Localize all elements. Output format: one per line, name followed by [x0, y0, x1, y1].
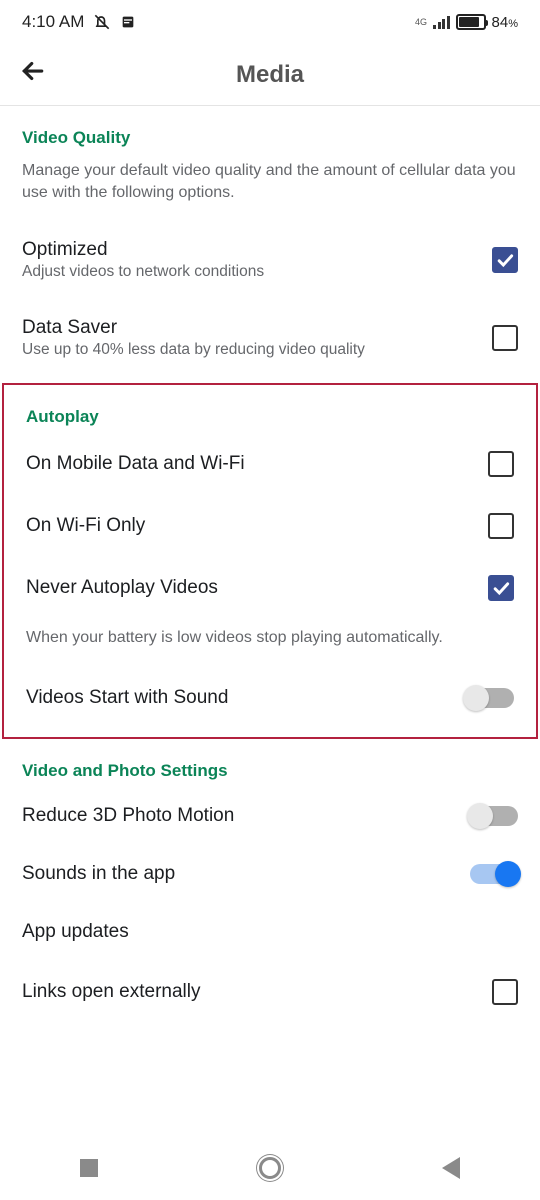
row-videos-sound[interactable]: Videos Start with Sound	[4, 669, 536, 727]
battery-percent: 84%	[492, 14, 518, 31]
status-bar: 4:10 AM 4G 84%	[0, 0, 540, 44]
signal-bars-icon	[433, 15, 450, 29]
row-optimized[interactable]: Optimized Adjust videos to network condi…	[0, 221, 540, 299]
app-header: Media	[0, 44, 540, 106]
section-video-quality-desc: Manage your default video quality and th…	[0, 154, 540, 221]
section-video-quality-title: Video Quality	[0, 106, 540, 154]
autoplay-highlight: Autoplay On Mobile Data and Wi-Fi On Wi-…	[2, 383, 538, 739]
row-data-saver[interactable]: Data Saver Use up to 40% less data by re…	[0, 299, 540, 377]
back-arrow-icon[interactable]	[18, 56, 48, 94]
row-title: On Wi-Fi Only	[26, 515, 472, 537]
checkbox-links-external[interactable]	[492, 979, 518, 1005]
row-title: Data Saver	[22, 317, 476, 339]
section-vps-title: Video and Photo Settings	[0, 739, 540, 787]
nav-home-icon[interactable]	[259, 1157, 281, 1179]
row-title: Sounds in the app	[22, 863, 454, 885]
network-type: 4G	[415, 18, 427, 27]
row-app-updates[interactable]: App updates	[0, 903, 540, 961]
checkbox-never[interactable]	[488, 575, 514, 601]
row-title: Videos Start with Sound	[26, 687, 450, 709]
row-title: On Mobile Data and Wi-Fi	[26, 453, 472, 475]
checkbox-mobile-wifi[interactable]	[488, 451, 514, 477]
section-autoplay-title: Autoplay	[4, 385, 536, 433]
row-links-external[interactable]: Links open externally	[0, 961, 540, 1023]
row-reduce-3d[interactable]: Reduce 3D Photo Motion	[0, 787, 540, 845]
checkbox-optimized[interactable]	[492, 247, 518, 273]
row-title: Never Autoplay Videos	[26, 577, 472, 599]
row-sub: Use up to 40% less data by reducing vide…	[22, 341, 476, 359]
row-sub: Adjust videos to network conditions	[22, 263, 476, 281]
row-autoplay-mobile-wifi[interactable]: On Mobile Data and Wi-Fi	[4, 433, 536, 495]
row-autoplay-wifi-only[interactable]: On Wi-Fi Only	[4, 495, 536, 557]
row-title: Optimized	[22, 239, 476, 261]
row-autoplay-never[interactable]: Never Autoplay Videos	[4, 557, 536, 619]
row-title: Reduce 3D Photo Motion	[22, 805, 454, 827]
nav-back-icon[interactable]	[442, 1157, 460, 1179]
nav-recent-icon[interactable]	[80, 1159, 98, 1177]
notification-icon	[120, 14, 136, 30]
toggle-reduce-3d[interactable]	[470, 806, 518, 826]
autoplay-note: When your battery is low videos stop pla…	[4, 619, 536, 669]
status-time: 4:10 AM	[22, 12, 84, 32]
checkbox-wifi-only[interactable]	[488, 513, 514, 539]
row-sounds-app[interactable]: Sounds in the app	[0, 845, 540, 903]
battery-icon	[456, 14, 486, 30]
android-nav-bar	[0, 1146, 540, 1190]
checkbox-data-saver[interactable]	[492, 325, 518, 351]
silent-icon	[92, 12, 112, 32]
toggle-videos-sound[interactable]	[466, 688, 514, 708]
row-title: Links open externally	[22, 981, 476, 1003]
row-title: App updates	[22, 921, 502, 943]
toggle-sounds-app[interactable]	[470, 864, 518, 884]
page-title: Media	[0, 61, 540, 89]
